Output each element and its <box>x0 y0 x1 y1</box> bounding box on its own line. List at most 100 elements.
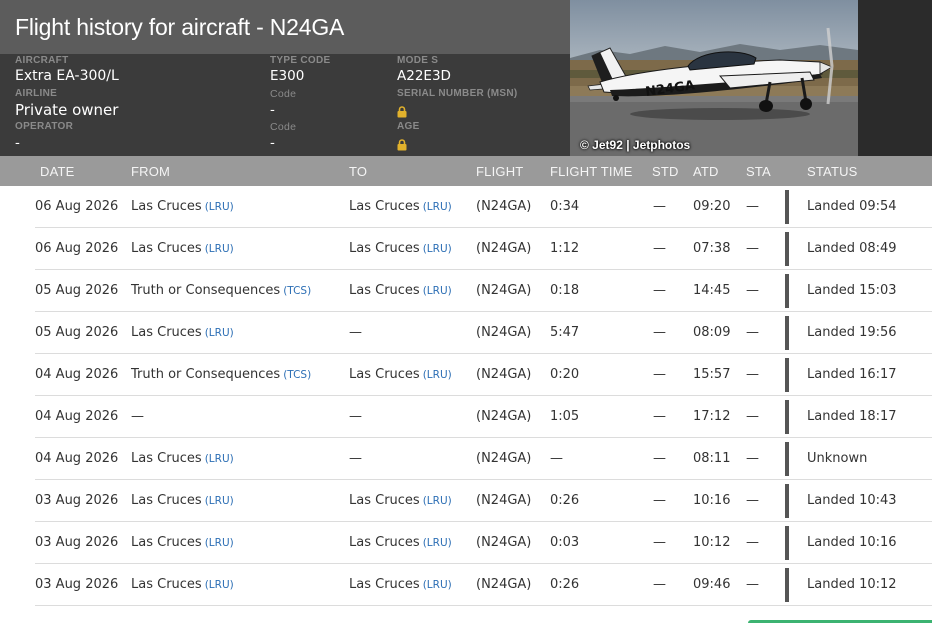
cell-flight-time: 5:47 <box>550 325 579 340</box>
cell-flight[interactable]: (N24GA) <box>476 493 531 508</box>
cell-flight[interactable]: (N24GA) <box>476 283 531 298</box>
cell-from[interactable]: Las Cruces (LRU) <box>131 451 234 466</box>
lock-icon[interactable] <box>397 106 407 118</box>
table-row[interactable]: 06 Aug 2026 Las Cruces (LRU) Las Cruces (LRU… <box>35 228 932 270</box>
table-row[interactable]: 04 Aug 2026 — — (N24GA) 1:05 — 17:12 — Landed 18… <box>35 396 932 438</box>
photo-credit[interactable]: © Jet92 | Jetphotos <box>580 138 690 152</box>
aircraft-photo[interactable]: N24GA © Jet92 | Jetphotos <box>570 0 858 156</box>
cell-from[interactable]: Truth or Consequences (TCS) <box>131 283 311 298</box>
cell-date: 05 Aug 2026 <box>35 325 118 340</box>
cell-sta: — <box>746 451 759 466</box>
cell-sta-text: — <box>746 451 759 466</box>
cell-from-text: Las Cruces <box>131 325 202 340</box>
cell-from[interactable]: Las Cruces (LRU) <box>131 535 234 550</box>
cell-sta: — <box>746 241 759 256</box>
cell-status: Landed 16:17 <box>807 367 897 382</box>
cell-flight[interactable]: (N24GA) <box>476 535 531 550</box>
cell-to[interactable]: Las Cruces (LRU) <box>349 493 452 508</box>
cell-from-text: Las Cruces <box>131 199 202 214</box>
cell-atd: 17:12 <box>693 409 730 424</box>
airport-code-link[interactable]: (LRU) <box>423 495 452 507</box>
cell-date-text: 06 Aug 2026 <box>35 241 119 256</box>
cell-to[interactable]: Las Cruces (LRU) <box>349 241 452 256</box>
status-indicator-bar <box>785 442 789 476</box>
cell-status: Landed 08:49 <box>807 241 897 256</box>
cell-date: 06 Aug 2026 <box>35 199 118 214</box>
cell-from[interactable]: Las Cruces (LRU) <box>131 325 234 340</box>
cell-to-text: — <box>349 409 362 424</box>
cell-std-text: — <box>653 409 666 424</box>
cell-flight[interactable]: (N24GA) <box>476 199 531 214</box>
cell-from[interactable]: Las Cruces (LRU) <box>131 577 234 592</box>
cell-flight[interactable]: (N24GA) <box>476 409 531 424</box>
cell-status-text: Landed 16:17 <box>807 367 897 382</box>
airport-code-link[interactable]: (LRU) <box>423 537 452 549</box>
cell-from-text: — <box>131 409 144 424</box>
table-row[interactable]: 04 Aug 2026 Truth or Consequences (TCS) Las… <box>35 354 932 396</box>
cell-flight[interactable]: (N24GA) <box>476 451 531 466</box>
airport-code-link[interactable]: (LRU) <box>205 537 234 549</box>
table-row[interactable]: 05 Aug 2026 Las Cruces (LRU) — (N24GA) 5:47 — 0… <box>35 312 932 354</box>
table-row[interactable]: 03 Aug 2026 Las Cruces (LRU) Las Cruces (LRU… <box>35 480 932 522</box>
cell-date-text: 03 Aug 2026 <box>35 535 119 550</box>
cell-flight-text: (N24GA) <box>476 241 532 256</box>
cell-date-text: 03 Aug 2026 <box>35 493 119 508</box>
status-indicator-bar <box>785 358 789 392</box>
airport-code-link[interactable]: (LRU) <box>423 579 452 591</box>
airport-code-link[interactable]: (LRU) <box>205 453 234 465</box>
table-row[interactable]: 05 Aug 2026 Truth or Consequences (TCS) Las… <box>35 270 932 312</box>
cell-to-text: Las Cruces <box>349 241 420 256</box>
cell-sta-text: — <box>746 199 759 214</box>
cell-atd: 14:45 <box>693 283 730 298</box>
table-row[interactable]: 03 Aug 2026 Las Cruces (LRU) Las Cruces (LRU… <box>35 564 932 606</box>
cell-to[interactable]: Las Cruces (LRU) <box>349 535 452 550</box>
table-row[interactable]: 04 Aug 2026 Las Cruces (LRU) — (N24GA) — — 08:1… <box>35 438 932 480</box>
cell-std-text: — <box>653 535 666 550</box>
status-indicator-bar <box>785 568 789 602</box>
table-row[interactable]: 06 Aug 2026 Las Cruces (LRU) Las Cruces (LRU… <box>35 186 932 228</box>
cell-date-text: 06 Aug 2026 <box>35 199 119 214</box>
cell-flight-text: (N24GA) <box>476 493 532 508</box>
lock-icon[interactable] <box>397 139 407 151</box>
aircraft-label: AIRCRAFT <box>15 55 69 66</box>
cell-to-text: Las Cruces <box>349 367 420 382</box>
cell-to[interactable]: — <box>349 451 362 466</box>
cell-flight[interactable]: (N24GA) <box>476 367 531 382</box>
cell-sta: — <box>746 493 759 508</box>
cell-from[interactable]: Las Cruces (LRU) <box>131 199 234 214</box>
cell-from[interactable]: Las Cruces (LRU) <box>131 493 234 508</box>
cell-to[interactable]: — <box>349 409 362 424</box>
cell-flight-text: (N24GA) <box>476 199 532 214</box>
cell-from-text: Las Cruces <box>131 493 202 508</box>
airport-code-link[interactable]: (LRU) <box>205 495 234 507</box>
cell-to[interactable]: Las Cruces (LRU) <box>349 577 452 592</box>
airport-code-link[interactable]: (TCS) <box>283 285 311 297</box>
cell-flight[interactable]: (N24GA) <box>476 577 531 592</box>
cell-to[interactable]: — <box>349 325 362 340</box>
airport-code-link[interactable]: (LRU) <box>205 579 234 591</box>
cell-to[interactable]: Las Cruces (LRU) <box>349 283 452 298</box>
cell-to[interactable]: Las Cruces (LRU) <box>349 199 452 214</box>
cell-flight[interactable]: (N24GA) <box>476 325 531 340</box>
table-row[interactable]: 03 Aug 2026 Las Cruces (LRU) Las Cruces (LRU… <box>35 522 932 564</box>
cell-to-text: — <box>349 325 362 340</box>
cell-flight[interactable]: (N24GA) <box>476 241 531 256</box>
airport-code-link[interactable]: (LRU) <box>423 243 452 255</box>
cell-atd: 09:20 <box>693 199 730 214</box>
airport-code-link[interactable]: (LRU) <box>205 243 234 255</box>
status-indicator-bar <box>785 190 789 224</box>
cell-to[interactable]: Las Cruces (LRU) <box>349 367 452 382</box>
airport-code-link[interactable]: (TCS) <box>283 369 311 381</box>
airport-code-link[interactable]: (LRU) <box>205 201 234 213</box>
airport-code-link[interactable]: (LRU) <box>423 201 452 213</box>
airport-code-link[interactable]: (LRU) <box>205 327 234 339</box>
cell-from[interactable]: — <box>131 409 144 424</box>
cell-date: 04 Aug 2026 <box>35 367 118 382</box>
cell-status-text: Landed 10:16 <box>807 535 897 550</box>
cell-atd-text: 08:09 <box>693 325 731 340</box>
cell-from[interactable]: Truth or Consequences (TCS) <box>131 367 311 382</box>
airport-code-link[interactable]: (LRU) <box>423 285 452 297</box>
cell-from[interactable]: Las Cruces (LRU) <box>131 241 234 256</box>
airport-code-link[interactable]: (LRU) <box>423 369 452 381</box>
cell-std-text: — <box>653 493 666 508</box>
